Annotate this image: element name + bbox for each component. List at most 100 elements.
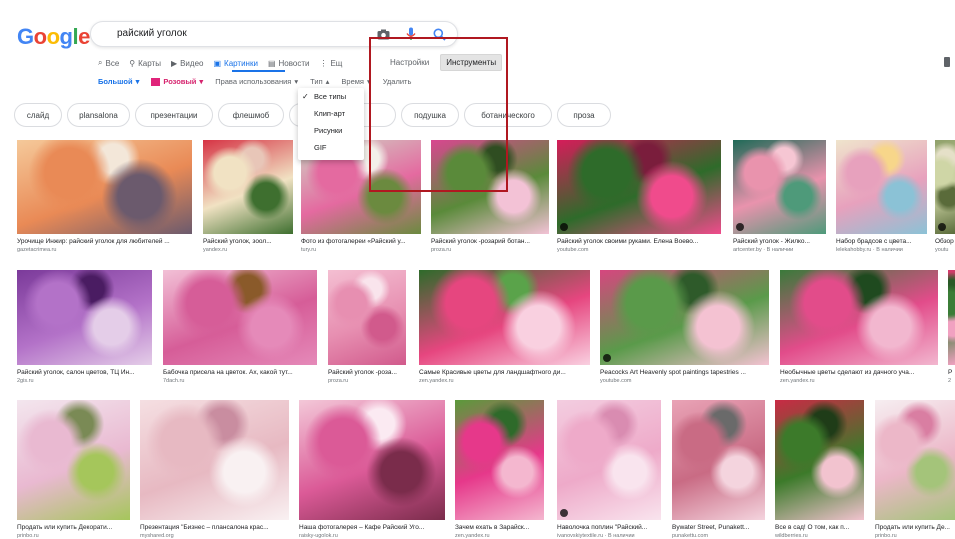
image-result[interactable]: Презентация "Бизнес – плансалона крас...… bbox=[140, 400, 289, 539]
image-result[interactable]: Р2 bbox=[948, 270, 955, 387]
search-input[interactable]: райский уголок bbox=[117, 28, 187, 39]
image-result[interactable]: Самые Красивые цветы для ландшафтного ди… bbox=[419, 270, 590, 387]
result-caption[interactable]: Наволочка поплин "Райский... bbox=[557, 524, 661, 531]
result-thumbnail[interactable] bbox=[948, 270, 955, 365]
image-result[interactable]: Обзор youtu bbox=[935, 140, 955, 256]
result-caption[interactable]: Бабочка присела на цветок. Ах, какой тут… bbox=[163, 369, 317, 376]
result-thumbnail[interactable] bbox=[672, 400, 765, 520]
time-filter[interactable]: Время ▾ bbox=[341, 77, 370, 86]
image-result[interactable]: Продать или купить Де... prinbo.ru bbox=[875, 400, 955, 539]
result-caption[interactable]: Bywater Street, Punakett... bbox=[672, 524, 765, 531]
result-thumbnail[interactable] bbox=[875, 400, 955, 520]
size-filter[interactable]: Большой ▾ bbox=[98, 77, 139, 86]
tab-4[interactable]: ▤ Новости bbox=[268, 56, 310, 70]
result-thumbnail[interactable] bbox=[935, 140, 955, 234]
result-caption[interactable]: Райский уголок, зоол... bbox=[203, 238, 293, 245]
related-chip[interactable]: ботанического bbox=[464, 103, 552, 127]
search-icon[interactable] bbox=[431, 26, 447, 42]
result-thumbnail[interactable] bbox=[600, 270, 769, 365]
result-caption[interactable]: Продать или купить Де... bbox=[875, 524, 955, 531]
result-thumbnail[interactable] bbox=[17, 400, 130, 520]
image-result[interactable]: Райский уголок -роза... proza.ru bbox=[328, 270, 406, 387]
result-thumbnail[interactable] bbox=[557, 400, 661, 520]
result-thumbnail[interactable] bbox=[836, 140, 927, 234]
related-chip[interactable]: презентации bbox=[135, 103, 213, 127]
result-thumbnail[interactable] bbox=[299, 400, 445, 520]
result-thumbnail[interactable] bbox=[419, 270, 590, 365]
result-caption[interactable]: Райский уголок, салон цветов, ТЦ Ин... bbox=[17, 369, 152, 376]
settings-button[interactable]: Настройки bbox=[385, 55, 434, 70]
image-result[interactable]: Необычные цветы сделают из дачного уча..… bbox=[780, 270, 938, 387]
result-caption[interactable]: Р bbox=[948, 369, 955, 376]
result-caption[interactable]: Райский уголок - Жилко... bbox=[733, 238, 826, 245]
result-thumbnail[interactable] bbox=[17, 270, 152, 365]
image-result[interactable]: Все в сад! О том, как п... wildberries.ru bbox=[775, 400, 864, 539]
type-filter[interactable]: Тип ▴ bbox=[310, 77, 329, 86]
result-caption[interactable]: Набор брадсов с цвета... bbox=[836, 238, 927, 245]
camera-icon[interactable] bbox=[375, 26, 391, 42]
logo-letter: g bbox=[59, 24, 73, 49]
result-caption[interactable]: Все в сад! О том, как п... bbox=[775, 524, 864, 531]
tab-2[interactable]: ▶ Видео bbox=[171, 56, 204, 70]
type-menu-item[interactable]: ✓ Все типы bbox=[298, 88, 364, 105]
image-result[interactable]: Наволочка поплин "Райский... ivanovskiyte… bbox=[557, 400, 661, 539]
clear-filters-link[interactable]: Удалить bbox=[383, 77, 412, 86]
rights-filter[interactable]: Права использования ▾ bbox=[215, 77, 298, 86]
related-chip[interactable]: флешмоб bbox=[218, 103, 284, 127]
image-result[interactable]: Peacocks Art Heavenly spot paintings tap… bbox=[600, 270, 769, 387]
image-result[interactable]: Райский уголок, салон цветов, ТЦ Ин... 2g… bbox=[17, 270, 152, 387]
tab-5[interactable]: ⋮ Ещ bbox=[319, 56, 342, 70]
related-chip[interactable]: подушка bbox=[401, 103, 459, 127]
result-thumbnail[interactable] bbox=[775, 400, 864, 520]
result-caption[interactable]: Райский уголок своими руками. Елена Воев… bbox=[557, 238, 721, 245]
result-caption[interactable]: Самые Красивые цветы для ландшафтного ди… bbox=[419, 369, 590, 376]
result-caption[interactable]: Презентация "Бизнес – плансалона крас... bbox=[140, 524, 289, 531]
image-result[interactable]: Наша фотогалерея – Кафе Райский Уго... ra… bbox=[299, 400, 445, 539]
image-result[interactable]: Продать или купить Декорати... prinbo.ru bbox=[17, 400, 130, 539]
google-logo[interactable]: Google bbox=[17, 24, 90, 50]
result-caption[interactable]: Продать или купить Декорати... bbox=[17, 524, 130, 531]
image-result[interactable]: Bywater Street, Punakett... punakettu.com bbox=[672, 400, 765, 539]
result-thumbnail[interactable] bbox=[163, 270, 317, 365]
result-caption[interactable]: Peacocks Art Heavenly spot paintings tap… bbox=[600, 369, 769, 376]
result-caption[interactable]: Зачем ехать в Зарайск... bbox=[455, 524, 544, 531]
result-thumbnail[interactable] bbox=[328, 270, 406, 365]
result-thumbnail[interactable] bbox=[140, 400, 289, 520]
result-caption[interactable]: Необычные цветы сделают из дачного уча..… bbox=[780, 369, 938, 376]
apps-icon[interactable] bbox=[944, 57, 950, 67]
image-result[interactable]: Урочище Инжир: райский уголок для любите… bbox=[17, 140, 192, 256]
image-result[interactable]: Райский уголок - Жилко... artcenter.by · … bbox=[733, 140, 826, 256]
image-result[interactable]: Зачем ехать в Зарайск... zen.yandex.ru bbox=[455, 400, 544, 539]
result-thumbnail[interactable] bbox=[203, 140, 293, 234]
result-thumbnail[interactable] bbox=[455, 400, 544, 520]
image-result[interactable]: Райский уголок своими руками. Елена Воев… bbox=[557, 140, 721, 256]
result-caption[interactable]: Райский уголок -розарий ботан... bbox=[431, 238, 549, 245]
image-result[interactable]: Райский уголок -розарий ботан... proza.ru bbox=[431, 140, 549, 256]
tools-button[interactable]: Инструменты bbox=[440, 54, 503, 71]
related-chip[interactable]: слайд bbox=[14, 103, 62, 127]
related-chip[interactable]: plansalona bbox=[67, 103, 130, 127]
color-filter[interactable]: Розовый ▾ bbox=[151, 77, 203, 86]
type-menu-item[interactable]: Клип-арт bbox=[298, 105, 364, 122]
result-thumbnail[interactable] bbox=[557, 140, 721, 234]
type-menu-item[interactable]: GIF bbox=[298, 139, 364, 156]
mic-icon[interactable] bbox=[403, 26, 419, 42]
search-box[interactable]: райский уголок bbox=[90, 21, 458, 47]
tab-1[interactable]: ⚲ Карты bbox=[129, 56, 161, 70]
result-caption[interactable]: Райский уголок -роза... bbox=[328, 369, 406, 376]
result-caption[interactable]: Наша фотогалерея – Кафе Райский Уго... bbox=[299, 524, 445, 531]
result-caption[interactable]: Обзор bbox=[935, 238, 955, 245]
result-thumbnail[interactable] bbox=[733, 140, 826, 234]
tab-0[interactable]: ⌕ Все bbox=[98, 56, 119, 70]
result-thumbnail[interactable] bbox=[431, 140, 549, 234]
image-result[interactable]: Райский уголок, зоол... yandex.ru bbox=[203, 140, 293, 256]
result-caption[interactable]: Фото из фотогалереи «Райский у... bbox=[301, 238, 421, 245]
result-thumbnail[interactable] bbox=[17, 140, 192, 234]
tab-3[interactable]: ▣ Картинки bbox=[213, 56, 257, 70]
result-thumbnail[interactable] bbox=[780, 270, 938, 365]
related-chip[interactable]: проза bbox=[557, 103, 611, 127]
result-caption[interactable]: Урочище Инжир: райский уголок для любите… bbox=[17, 238, 192, 245]
type-menu-item[interactable]: Рисунки bbox=[298, 122, 364, 139]
image-result[interactable]: Набор брадсов с цвета... lelekahobby.ru ·… bbox=[836, 140, 927, 256]
image-result[interactable]: Бабочка присела на цветок. Ах, какой тут… bbox=[163, 270, 317, 387]
